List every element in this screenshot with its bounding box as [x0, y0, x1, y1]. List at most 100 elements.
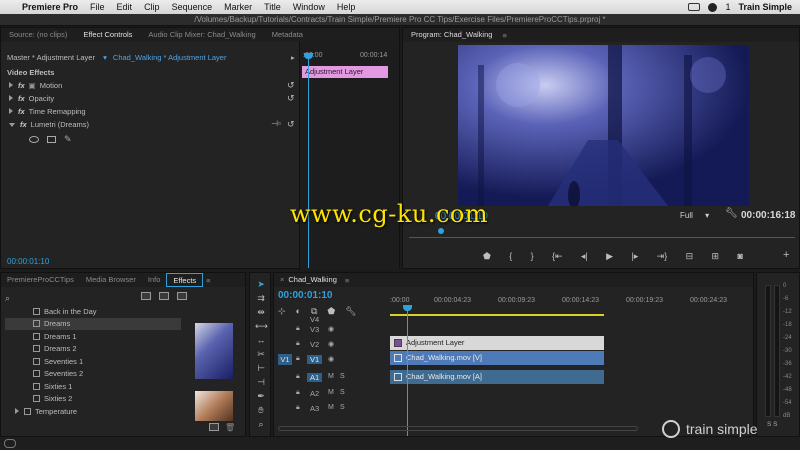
tab-info[interactable]: Info	[142, 273, 167, 287]
lock-icon[interactable]: 🔒︎	[296, 340, 300, 348]
close-icon[interactable]: ×	[274, 273, 288, 287]
tab-metadata[interactable]: Metadata	[264, 28, 311, 42]
timeline-playhead-handle[interactable]	[403, 305, 412, 311]
tab-audio-clip-mixer[interactable]: Audio Clip Mixer: Chad_Walking	[140, 28, 263, 42]
reset-icon[interactable]: ↺	[287, 93, 295, 104]
work-area-bar[interactable]	[390, 314, 604, 316]
timeline-ruler[interactable]: :00:00 00:00:04:23 00:00:09:23 00:00:14:…	[390, 295, 755, 309]
fx-badge-icon[interactable]: fx	[18, 94, 25, 103]
expand-triangle-icon[interactable]	[9, 108, 13, 114]
rectangle-mask-icon[interactable]	[47, 136, 56, 143]
audio-clip[interactable]: Chad_Walking.mov [A]	[390, 370, 604, 384]
mute-button[interactable]: M	[328, 373, 334, 380]
expand-triangle-icon[interactable]	[15, 408, 19, 414]
program-playhead[interactable]	[438, 228, 444, 234]
track-header-a3[interactable]: 🔒︎ A3 M S	[274, 402, 390, 416]
go-to-in-icon[interactable]: {⇤	[552, 251, 563, 262]
solo-button[interactable]: S	[340, 373, 345, 380]
expand-triangle-icon[interactable]	[9, 82, 13, 88]
panel-menu-icon[interactable]: ≡	[502, 31, 506, 40]
menu-edit[interactable]: Edit	[117, 2, 133, 12]
creative-cloud-icon[interactable]	[708, 2, 718, 12]
extract-icon[interactable]: ⊞	[712, 251, 720, 262]
slip-tool-icon[interactable]: ⊢	[255, 363, 267, 373]
list-item[interactable]: Seventies 2	[33, 368, 83, 380]
play-triangle-icon[interactable]: ▸	[291, 51, 295, 64]
slide-tool-icon[interactable]: ⊣	[255, 377, 267, 387]
rate-stretch-tool-icon[interactable]: ↔	[255, 335, 267, 345]
render-status-icon[interactable]	[4, 439, 16, 448]
selection-tool-icon[interactable]: ➤	[255, 279, 267, 289]
menu-sequence[interactable]: Sequence	[172, 2, 213, 12]
menu-marker[interactable]: Marker	[224, 2, 252, 12]
new-bin-icon[interactable]	[209, 423, 219, 431]
expand-triangle-icon[interactable]	[9, 95, 13, 101]
32bit-effects-icon[interactable]	[159, 292, 169, 300]
menu-help[interactable]: Help	[337, 2, 356, 12]
trash-icon[interactable]: 🗑︎	[225, 423, 235, 432]
ellipse-mask-icon[interactable]	[29, 136, 39, 143]
timeline-scrollbar[interactable]	[278, 426, 638, 431]
effect-controls-timeline[interactable]: :00:00 00:00:14 Adjustment Layer ▽ ⇲	[299, 42, 400, 280]
menu-clip[interactable]: Clip	[144, 2, 160, 12]
ripple-edit-tool-icon[interactable]: ⇹	[255, 307, 267, 317]
collapse-triangle-icon[interactable]	[9, 123, 15, 127]
ec-time-ruler[interactable]: :00:00 00:00:14	[300, 50, 400, 64]
list-item[interactable]: Sixties 2	[33, 393, 72, 405]
tab-effects[interactable]: Effects	[166, 273, 204, 287]
adjustment-layer-clip[interactable]: Adjustment Layer	[390, 336, 604, 350]
step-forward-icon[interactable]: |▸	[631, 251, 638, 262]
list-item[interactable]: Sixties 1	[33, 381, 72, 393]
zoom-select[interactable]: Full ▾	[680, 211, 709, 220]
track-header-v2[interactable]: 🔒︎ V2 ◉	[274, 338, 390, 352]
timeline-playhead[interactable]	[407, 309, 408, 436]
master-clip-label[interactable]: Master * Adjustment Layer	[7, 53, 95, 62]
accelerated-effects-icon[interactable]	[141, 292, 151, 300]
mark-out-icon[interactable]: }	[531, 251, 534, 261]
eye-icon[interactable]: ◉	[328, 325, 334, 333]
pen-mask-icon[interactable]: ✎	[64, 134, 72, 145]
effect-row-motion[interactable]: fx ▣ Motion	[9, 79, 309, 92]
track-header-v3[interactable]: 🔒︎ V3 ◉	[274, 323, 390, 337]
reset-icon[interactable]: ↺	[287, 80, 295, 91]
play-icon[interactable]: ▶	[606, 251, 613, 262]
meter-solo-buttons[interactable]: S S	[767, 421, 777, 428]
add-marker-icon[interactable]: ⬟	[483, 251, 491, 262]
keyframe-toggle-icon[interactable]: ⊣▫	[271, 119, 281, 128]
list-item[interactable]: Back in the Day	[33, 306, 97, 318]
lock-icon[interactable]: 🔒︎	[296, 389, 300, 397]
list-item[interactable]: Dreams 2	[33, 343, 77, 355]
panel-menu-icon[interactable]: ≡	[206, 276, 210, 285]
chevron-down-icon[interactable]: ▾	[103, 53, 107, 62]
list-item[interactable]: Seventies 1	[33, 356, 83, 368]
effect-row-lumetri[interactable]: fx Lumetri (Dreams)	[9, 118, 89, 131]
tab-program[interactable]: Program: Chad_Walking	[403, 28, 500, 42]
mute-button[interactable]: M	[328, 404, 334, 411]
zoom-tool-icon[interactable]: ⌕	[255, 419, 267, 429]
yuv-effects-icon[interactable]	[177, 292, 187, 300]
tab-source[interactable]: Source: (no clips)	[1, 28, 75, 42]
timeline-timecode[interactable]: 00:00:01:10	[278, 290, 332, 301]
fx-badge-icon[interactable]: fx	[18, 81, 25, 90]
pen-tool-icon[interactable]: ✒	[255, 391, 267, 401]
reset-icon[interactable]: ↺	[287, 119, 295, 130]
lock-icon[interactable]: 🔒︎	[296, 373, 300, 381]
effect-row-time-remapping[interactable]: fx Time Remapping	[9, 105, 86, 118]
ec-timecode[interactable]: 00:00:01:10	[7, 257, 49, 266]
list-item[interactable]: Dreams 1	[33, 331, 77, 343]
menu-window[interactable]: Window	[293, 2, 325, 12]
app-menu[interactable]: Premiere Pro	[22, 2, 78, 12]
tab-effect-controls[interactable]: Effect Controls	[75, 28, 140, 42]
lock-icon[interactable]: 🔒︎	[296, 404, 300, 412]
solo-button[interactable]: S	[340, 389, 345, 396]
track-header-v1[interactable]: V1 🔒︎ V1 ◉	[274, 353, 390, 367]
list-item[interactable]: Dreams	[33, 318, 70, 330]
sequence-clip-label[interactable]: Chad_Walking * Adjustment Layer	[113, 53, 227, 62]
program-scrubber[interactable]	[409, 228, 795, 238]
button-editor-icon[interactable]: +	[783, 249, 789, 261]
eye-icon[interactable]: ◉	[328, 340, 334, 348]
track-select-tool-icon[interactable]: ⇉	[255, 293, 267, 303]
razor-tool-icon[interactable]: ✂	[255, 349, 267, 359]
tab-project[interactable]: PremiereProCCTips	[1, 273, 80, 287]
mark-in-icon[interactable]: {	[509, 251, 512, 261]
